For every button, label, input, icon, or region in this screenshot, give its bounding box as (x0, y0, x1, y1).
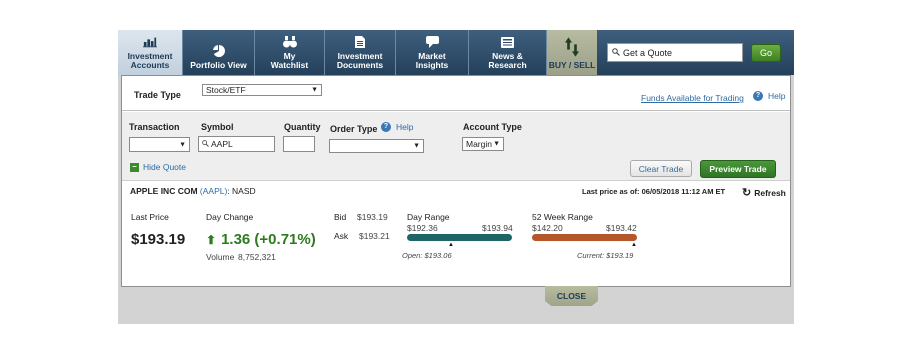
current-note: Current: $193.19 (577, 251, 634, 260)
close-button[interactable]: CLOSE (545, 286, 598, 306)
clear-trade-button[interactable]: Clear Trade (630, 160, 692, 177)
tab-label-line2: Accounts (130, 60, 170, 70)
order-type-help-link[interactable]: ? Help (381, 122, 413, 132)
symbol-input[interactable]: AAPL (198, 136, 275, 152)
tab-label-line2: Watchlist (270, 60, 309, 70)
tab-news-research[interactable]: News & Research (469, 30, 547, 75)
arrow-up-icon: ⬆ (206, 232, 217, 247)
top-nav: Investment Accounts Portfolio View My Wa… (118, 30, 794, 75)
day-change-value: 1.36 (+0.71%) (221, 231, 316, 248)
trade-window: Investment Accounts Portfolio View My Wa… (118, 30, 794, 324)
quote-search: Get a Quote Go (597, 30, 794, 75)
help-label: Help (396, 122, 414, 132)
pie-chart-icon (212, 44, 226, 58)
tab-buy-sell[interactable]: BUY / SELL (547, 30, 597, 75)
refresh-label: Refresh (754, 187, 786, 198)
quote-placeholder: Get a Quote (623, 47, 673, 58)
tab-investment-accounts[interactable]: Investment Accounts (118, 30, 183, 75)
help-icon: ? (753, 91, 763, 101)
trade-type-label: Trade Type (134, 90, 181, 100)
symbol-value: AAPL (211, 139, 233, 149)
order-type-select[interactable]: ▼ (329, 139, 424, 153)
refresh-button[interactable]: ↻ Refresh (742, 186, 786, 199)
tab-label-line2: Documents (336, 60, 384, 70)
tab-my-watchlist[interactable]: My Watchlist (255, 30, 325, 75)
trade-type-select[interactable]: Stock/ETF ▼ (202, 84, 322, 96)
tab-label-line1: Portfolio View (190, 60, 247, 70)
tab-portfolio-view[interactable]: Portfolio View (183, 30, 255, 75)
tab-label-line2: Research (488, 60, 527, 70)
trade-type-row: Trade Type Stock/ETF ▼ Funds Available f… (122, 76, 790, 111)
preview-trade-button[interactable]: Preview Trade (700, 160, 776, 178)
day-range-bar (407, 234, 512, 241)
tab-investment-documents[interactable]: Investment Documents (325, 30, 396, 75)
ticker-symbol-link[interactable]: (AAPL) (200, 186, 227, 196)
quantity-input[interactable] (283, 136, 315, 152)
search-icon (202, 139, 209, 149)
account-type-select[interactable]: Margin ▼ (462, 137, 504, 151)
funds-available-link[interactable]: Funds Available for Trading (641, 93, 744, 103)
speech-bubble-icon (425, 35, 439, 49)
ask-value: $193.21 (359, 231, 390, 241)
trade-panel: Trade Type Stock/ETF ▼ Funds Available f… (121, 75, 791, 287)
day-high: $193.94 (482, 223, 513, 233)
tab-market-insights[interactable]: Market Insights (396, 30, 469, 75)
transaction-label: Transaction (129, 122, 180, 132)
symbol-label: Symbol (201, 122, 234, 132)
volume-value: 8,752,321 (238, 252, 276, 262)
volume-label: Volume (206, 252, 235, 262)
week52-range-bar (532, 234, 637, 241)
day-range-label: Day Range (407, 212, 450, 222)
help-link[interactable]: ? Help (753, 91, 785, 101)
bar-chart-icon (143, 35, 157, 49)
go-button[interactable]: Go (751, 43, 781, 62)
chevron-down-icon: ▼ (413, 142, 420, 150)
week52-low: $142.20 (532, 223, 563, 233)
newspaper-icon (501, 35, 515, 49)
quote-header: APPLE INC COM (AAPL): NASD (130, 186, 256, 196)
chevron-down-icon: ▼ (311, 86, 318, 94)
last-price-label: Last Price (131, 212, 169, 222)
day-change: ⬆ 1.36 (+0.71%) (206, 231, 316, 248)
exchange: : NASD (227, 186, 256, 196)
document-icon (353, 35, 367, 49)
account-type-value: Margin (466, 139, 492, 149)
trade-type-value: Stock/ETF (206, 85, 246, 95)
transaction-select[interactable]: ▼ (129, 137, 190, 152)
ask-label: Ask (334, 231, 349, 241)
search-icon (612, 47, 620, 58)
bid-value: $193.19 (357, 212, 388, 222)
hide-quote-toggle[interactable]: – Hide Quote (130, 162, 186, 172)
order-type-label: Order Type (330, 124, 378, 134)
refresh-icon: ↻ (742, 187, 752, 199)
day-change-label: Day Change (206, 212, 254, 222)
hide-quote-label: Hide Quote (143, 162, 186, 172)
tab-label: BUY / SELL (548, 60, 596, 70)
binoculars-icon (282, 35, 297, 49)
chevron-down-icon: ▼ (493, 140, 500, 148)
open-note: Open: $193.06 (402, 251, 452, 260)
chevron-down-icon: ▼ (179, 141, 186, 148)
week52-high: $193.42 (606, 223, 637, 233)
last-price-timestamp: Last price as of: 06/05/2018 11:12 AM ET (582, 187, 726, 196)
help-icon: ? (381, 122, 391, 132)
bid-label: Bid (334, 212, 347, 222)
company-name: APPLE INC COM (130, 186, 198, 196)
collapse-icon: – (130, 162, 139, 172)
week52-range-label: 52 Week Range (532, 212, 593, 222)
last-price-value: $193.19 (131, 231, 186, 248)
day-low: $192.36 (407, 223, 438, 233)
up-down-arrows-icon (565, 36, 579, 58)
quantity-label: Quantity (284, 122, 321, 132)
current-marker: ▲ (631, 242, 637, 248)
help-label: Help (768, 91, 786, 101)
account-type-label: Account Type (463, 122, 522, 132)
open-marker: ▲ (448, 242, 454, 248)
quote-search-input[interactable]: Get a Quote (607, 43, 743, 62)
tab-label-line2: Insights (415, 60, 449, 70)
